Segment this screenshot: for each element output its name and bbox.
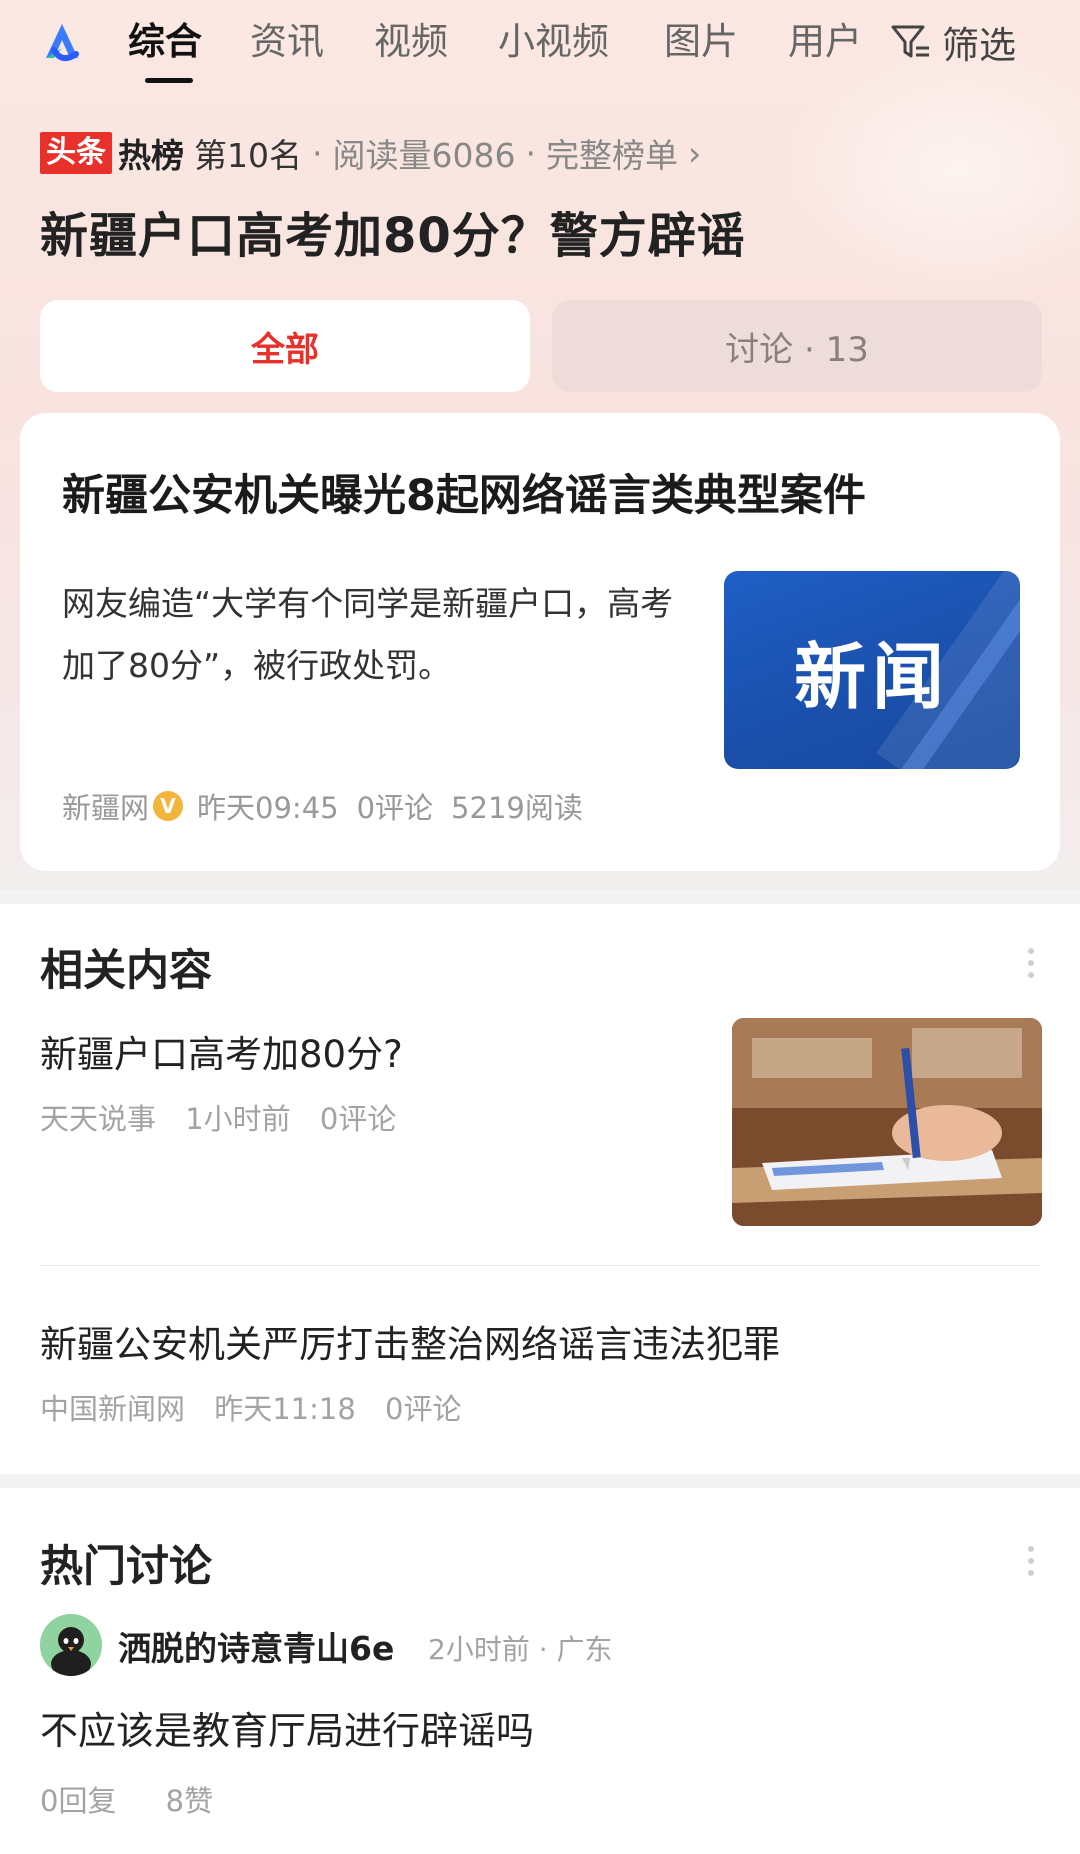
user-name[interactable]: 洒脱的诗意青山6e: [118, 1622, 394, 1670]
topic-title: 新疆户口高考加80分？警方辟谣: [40, 208, 746, 264]
news-card-meta: 新疆网 V 昨天09:45 0评论 5219阅读: [62, 785, 601, 827]
tab-short-video[interactable]: 小视频: [498, 16, 609, 68]
section-separator: [0, 890, 1080, 904]
news-comments: 0评论: [356, 791, 434, 825]
segment-discussion[interactable]: 讨论 · 13: [552, 300, 1042, 392]
tab-users[interactable]: 用户: [788, 16, 862, 68]
related-item-thumbnail[interactable]: [732, 1018, 1042, 1226]
related-section-title: 相关内容: [40, 946, 212, 996]
discussion-section-title: 热门讨论: [40, 1542, 212, 1592]
segment-all[interactable]: 全部: [40, 300, 530, 392]
related-item-title[interactable]: 新疆公安机关严厉打击整治网络谣言违法犯罪: [40, 1314, 780, 1368]
news-source[interactable]: 新疆网: [62, 785, 149, 827]
hot-list-info[interactable]: 头条 热榜 第10名 · 阅读量6086 · 完整榜单 ›: [40, 130, 701, 176]
filter-icon: [891, 25, 929, 58]
comment-meta: 2小时前 · 广东: [428, 1633, 613, 1666]
reply-count[interactable]: 0回复: [40, 1784, 116, 1818]
tab-comprehensive[interactable]: 综合: [128, 16, 202, 68]
comment-text[interactable]: 不应该是教育厅局进行辟谣吗: [40, 1700, 534, 1755]
separator-dot: ·: [312, 133, 323, 173]
related-item-title[interactable]: 新疆户口高考加80分?: [40, 1024, 403, 1078]
more-options-icon[interactable]: [1026, 948, 1036, 978]
user-avatar[interactable]: [40, 1614, 102, 1676]
news-time: 昨天09:45: [197, 791, 339, 825]
toutiao-badge: 头条: [40, 132, 112, 174]
hot-list-badge: 热榜: [118, 136, 184, 175]
tab-news[interactable]: 资讯: [250, 16, 324, 68]
news-card[interactable]: 新疆公安机关曝光8起网络谣言类典型案件 网友编造“大学有个同学是新疆户口，高考加…: [20, 413, 1060, 871]
hot-rank: 第10名: [194, 136, 302, 175]
filter-button[interactable]: 筛选: [890, 16, 1016, 68]
avatar-figure-icon: [40, 1614, 102, 1676]
chevron-right-icon: ›: [687, 133, 702, 173]
separator-dot: ·: [525, 133, 536, 173]
news-card-description: 网友编造“大学有个同学是新疆户口，高考加了80分”，被行政处罚。: [62, 584, 674, 685]
related-item-comments: 0评论: [385, 1392, 462, 1426]
related-item-comments: 0评论: [319, 1102, 397, 1136]
thumbnail-text: 新闻: [793, 634, 950, 719]
tab-images[interactable]: 图片: [664, 16, 738, 68]
like-count[interactable]: 8赞: [166, 1784, 213, 1818]
app-logo-icon[interactable]: [40, 20, 84, 64]
related-item-source: 天天说事: [40, 1102, 157, 1136]
exam-photo-illustration: [732, 1018, 1042, 1226]
full-list-link[interactable]: 完整榜单: [546, 129, 678, 177]
related-item-meta: 天天说事 1小时前 0评论: [40, 1096, 416, 1138]
news-thumbnail[interactable]: 新闻: [724, 571, 1020, 769]
top-nav: 综合 资讯 视频 小视频 图片 用户 筛选: [0, 0, 1080, 100]
comment-stats: 0回复 8赞: [40, 1778, 253, 1820]
more-options-icon[interactable]: [1026, 1546, 1036, 1576]
related-item-time: 昨天11:18: [214, 1392, 356, 1426]
related-item-source: 中国新闻网: [40, 1392, 186, 1426]
list-divider: [40, 1265, 1040, 1266]
section-separator: [0, 1474, 1080, 1488]
news-card-title[interactable]: 新疆公安机关曝光8起网络谣言类典型案件: [62, 461, 866, 523]
verified-icon: V: [153, 791, 184, 821]
filter-label: 筛选: [942, 24, 1016, 67]
related-item-meta: 中国新闻网 昨天11:18 0评论: [40, 1386, 481, 1428]
search-results-page: 综合 资讯 视频 小视频 图片 用户 筛选 头条 热榜 第10名 · 阅读量60…: [0, 0, 1080, 1854]
active-tab-indicator: [145, 78, 193, 83]
related-item-time: 1小时前: [185, 1102, 291, 1136]
news-reads: 5219阅读: [451, 791, 583, 825]
tab-video[interactable]: 视频: [374, 16, 448, 68]
read-count: 阅读量6086: [332, 136, 516, 175]
